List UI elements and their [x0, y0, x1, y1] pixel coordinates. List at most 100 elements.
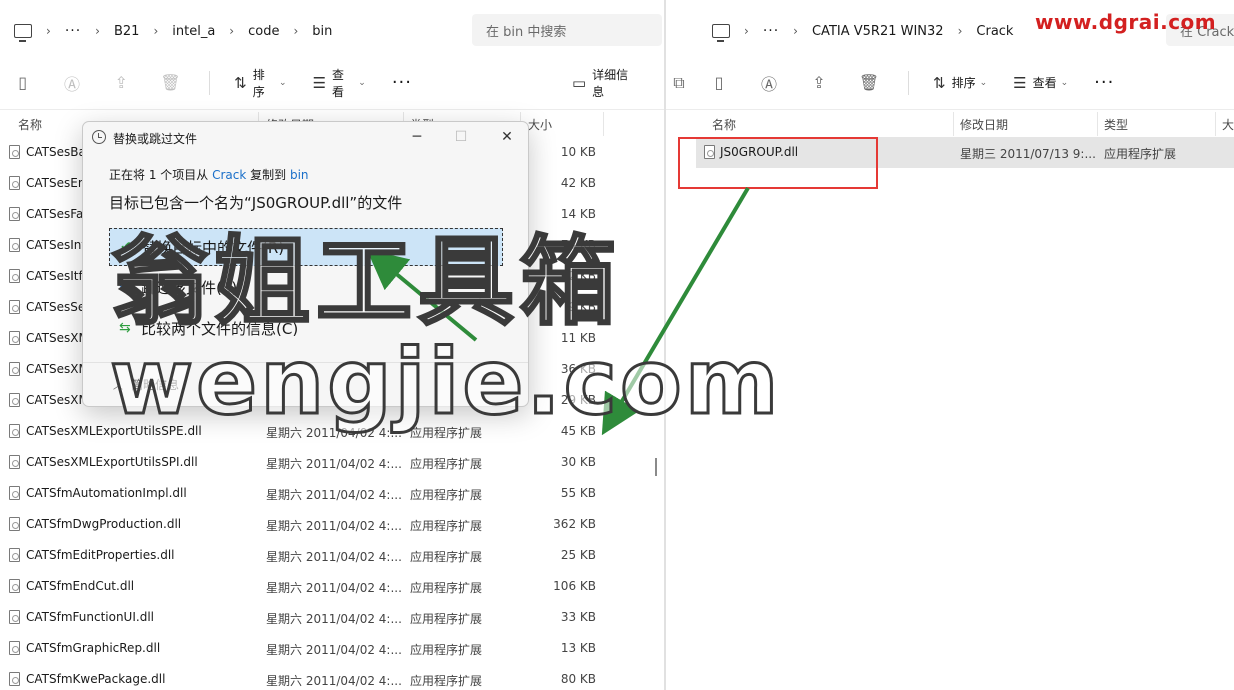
rename-icon[interactable]: Ⓐ — [61, 72, 82, 94]
sort-label: 排序 — [252, 67, 265, 99]
copy-icon[interactable]: ⧉ — [668, 72, 690, 94]
sort-button[interactable]: ⇅ 排序 ⌄ — [234, 66, 286, 100]
file-name: CATSesXMLExportUtilsSPI.dll — [26, 455, 198, 469]
column-name[interactable]: 名称 — [18, 116, 42, 133]
column-divider[interactable] — [1215, 112, 1216, 136]
more-path-icon[interactable]: ··· — [65, 23, 81, 39]
brand-watermark-en: wengjie.com — [109, 329, 782, 437]
source-folder-link[interactable]: Crack — [212, 168, 246, 182]
column-divider[interactable] — [1097, 112, 1098, 136]
column-divider[interactable] — [603, 112, 604, 136]
computer-icon[interactable] — [712, 24, 730, 42]
details-pane-icon: ▭ — [571, 73, 587, 92]
file-name: CATSesXM — [26, 331, 89, 345]
copy-mid: 复制到 — [250, 168, 287, 182]
column-size[interactable]: 大 — [1222, 116, 1234, 133]
column-name[interactable]: 名称 — [712, 116, 736, 133]
delete-icon[interactable]: 🗑 — [858, 72, 880, 94]
file-type: 应用程序扩展 — [410, 488, 483, 502]
chevron-right-icon: › — [229, 24, 235, 38]
more-path-icon[interactable]: ··· — [763, 23, 779, 39]
file-size: 55 KB — [560, 486, 596, 500]
chevron-right-icon: › — [744, 24, 749, 38]
file-date: 星期六 2011/04/02 4:... — [266, 612, 402, 626]
breadcrumb-code[interactable]: code — [248, 24, 279, 39]
chevron-down-icon: ⌄ — [979, 77, 988, 88]
view-button[interactable]: ☰ 查看 ⌄ — [1013, 74, 1068, 92]
breadcrumb-b21[interactable]: B21 — [114, 24, 139, 39]
file-row[interactable]: CATSfmDwgProduction.dll 星期六 2011/04/02 4:… — [0, 509, 664, 540]
view-icon: ☰ — [1013, 73, 1027, 92]
file-icon — [9, 517, 20, 531]
file-type: 应用程序扩展 — [410, 612, 483, 626]
details-button[interactable]: ▭ 详细信息 — [572, 66, 638, 100]
maximize-button[interactable]: ☐ — [449, 126, 473, 148]
search-placeholder: 在 bin 中搜索 — [486, 24, 567, 40]
file-icon — [9, 610, 20, 624]
file-icon — [9, 579, 20, 593]
delete-icon[interactable]: 🗑 — [160, 72, 181, 94]
file-name: CATSesSe — [26, 300, 86, 314]
file-type: 应用程序扩展 — [410, 643, 483, 657]
chevron-right-icon: › — [793, 24, 798, 38]
column-divider[interactable] — [953, 112, 954, 136]
close-button[interactable]: ✕ — [495, 126, 519, 148]
file-type: 应用程序扩展 — [410, 519, 483, 533]
file-type: 应用程序扩展 — [410, 457, 483, 471]
destination-folder-link[interactable]: bin — [290, 168, 309, 182]
file-date: 星期六 2011/04/02 4:... — [266, 674, 402, 688]
column-date[interactable]: 修改日期 — [960, 116, 1008, 133]
dialog-title: 替换或跳过文件 — [113, 132, 198, 146]
file-icon — [9, 269, 20, 283]
file-size: 106 KB — [553, 579, 596, 593]
file-row[interactable]: CATSfmGraphicRep.dll 星期六 2011/04/02 4:...… — [0, 633, 664, 664]
file-name: CATSesXM — [26, 393, 89, 407]
sort-button[interactable]: ⇅ 排序 ⌄ — [933, 74, 987, 92]
file-row[interactable]: CATSfmAutomationImpl.dll 星期六 2011/04/02 4… — [0, 478, 664, 509]
chevron-right-icon: › — [95, 24, 100, 38]
file-size: 33 KB — [560, 610, 596, 624]
computer-icon[interactable] — [14, 24, 32, 42]
file-date: 星期六 2011/04/02 4:... — [266, 457, 402, 471]
column-size[interactable]: 大小 — [528, 116, 552, 133]
file-icon — [9, 300, 20, 314]
share-icon[interactable]: ⇪ — [808, 72, 830, 94]
file-row[interactable]: CATSfmFunctionUI.dll 星期六 2011/04/02 4:...… — [0, 602, 664, 633]
search-input[interactable]: 在 bin 中搜索 — [472, 14, 662, 46]
view-button[interactable]: ☰ 查看 ⌄ — [313, 66, 366, 100]
file-size: 30 KB — [560, 455, 596, 469]
file-row[interactable]: CATSfmEndCut.dll 星期六 2011/04/02 4:... 应用程序… — [0, 571, 664, 602]
command-bar: ▯ Ⓐ ⇪ 🗑 ⇅ 排序 ⌄ ☰ 查看 ⌄ ··· ▭ 详细信息 — [0, 56, 664, 110]
breadcrumb-catia[interactable]: CATIA V5R21 WIN32 — [812, 24, 944, 39]
file-name: CATSesFa — [26, 207, 84, 221]
clock-icon — [92, 130, 106, 144]
column-type[interactable]: 类型 — [1104, 116, 1128, 133]
paste-icon[interactable]: ▯ — [12, 72, 33, 94]
paste-icon[interactable]: ▯ — [708, 72, 730, 94]
scrollbar-thumb[interactable] — [655, 458, 657, 476]
rename-icon[interactable]: Ⓐ — [758, 72, 780, 94]
breadcrumb-intel-a[interactable]: intel_a — [172, 24, 215, 39]
chevron-right-icon: › — [293, 24, 299, 38]
breadcrumb-crack[interactable]: Crack — [976, 24, 1013, 39]
file-icon — [9, 145, 20, 159]
file-size: 10 KB — [560, 145, 596, 159]
file-row[interactable]: CATSfmKwePackage.dll 星期六 2011/04/02 4:...… — [0, 664, 664, 690]
file-date: 星期六 2011/04/02 4:... — [266, 550, 402, 564]
details-label: 详细信息 — [592, 67, 629, 99]
more-options-button[interactable]: ··· — [1094, 72, 1114, 93]
copy-prefix: 正在将 1 个项目从 — [109, 168, 209, 182]
file-size: 13 KB — [560, 641, 596, 655]
view-label: 查看 — [332, 67, 345, 99]
file-size: 362 KB — [553, 517, 596, 531]
more-options-button[interactable]: ··· — [392, 72, 412, 93]
file-row[interactable]: CATSesXMLExportUtilsSPI.dll 星期六 2011/04/0… — [0, 447, 664, 478]
minimize-button[interactable]: ─ — [405, 126, 429, 148]
file-icon — [9, 548, 20, 562]
file-type: 应用程序扩展 — [1104, 147, 1177, 161]
share-icon[interactable]: ⇪ — [111, 72, 132, 94]
breadcrumb-bin[interactable]: bin — [312, 24, 332, 39]
file-date: 星期六 2011/04/02 4:... — [266, 519, 402, 533]
file-icon — [9, 331, 20, 345]
file-row[interactable]: CATSfmEditProperties.dll 星期六 2011/04/02 4… — [0, 540, 664, 571]
